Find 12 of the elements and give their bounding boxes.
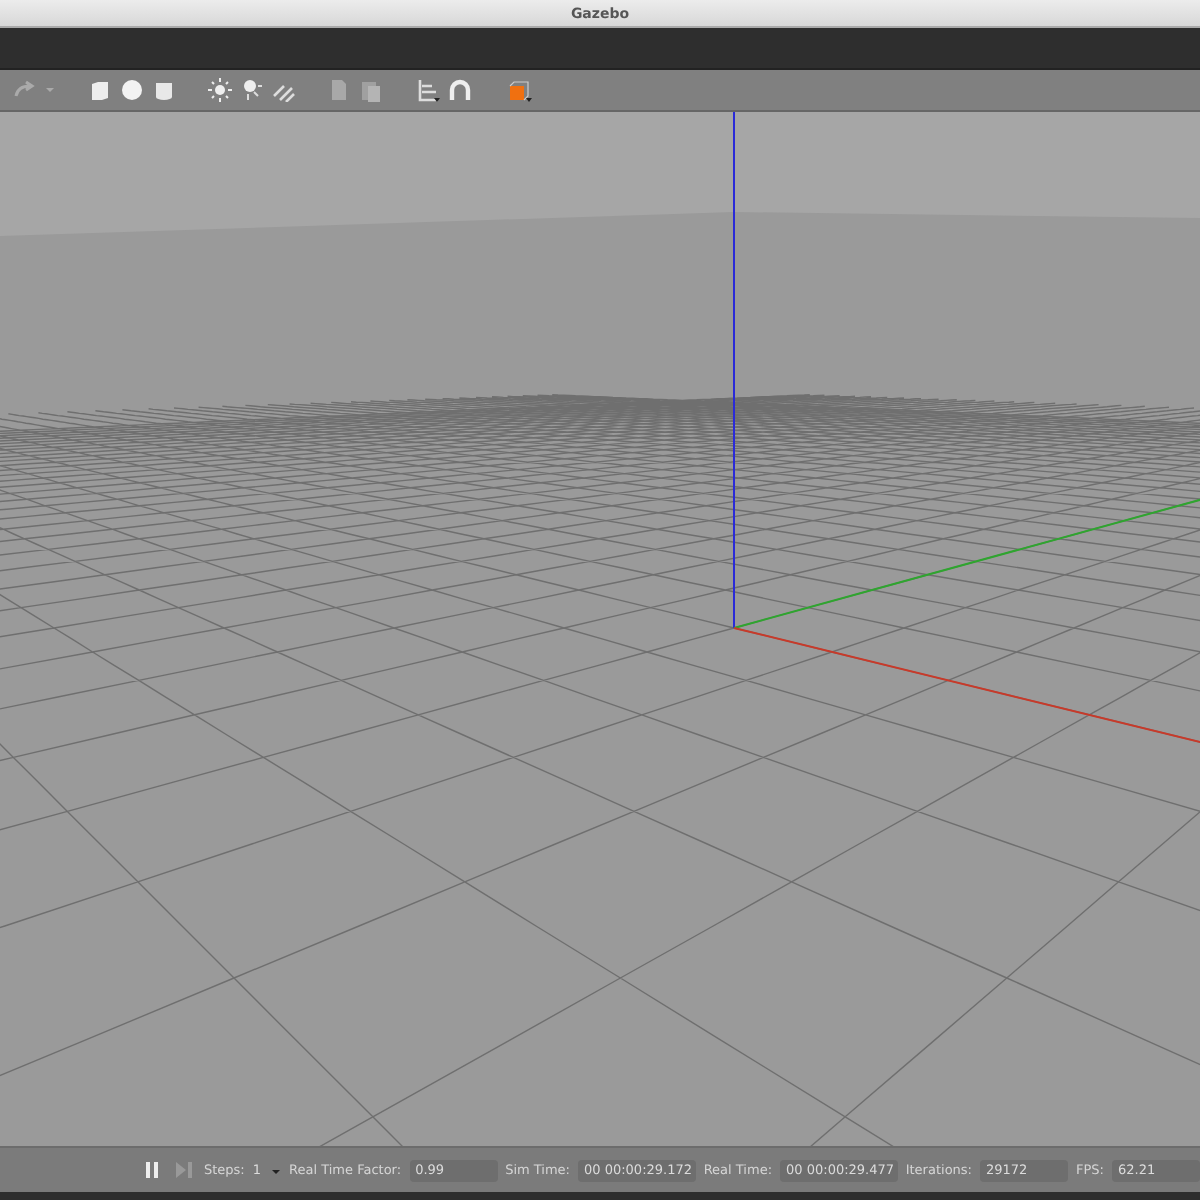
align-icon[interactable] [416, 78, 440, 102]
model-cube-icon[interactable] [504, 78, 532, 102]
box-icon[interactable] [88, 78, 112, 102]
cylinder-icon[interactable] [152, 78, 176, 102]
spotlight-icon[interactable] [240, 78, 264, 102]
magnet-icon[interactable] [448, 78, 472, 102]
copy-icon[interactable] [328, 78, 352, 102]
sphere-icon[interactable] [120, 78, 144, 102]
redo-icon[interactable] [12, 78, 36, 102]
paste-icon[interactable] [360, 78, 384, 102]
pause-icon[interactable] [140, 1158, 164, 1182]
sun-icon[interactable] [208, 78, 232, 102]
